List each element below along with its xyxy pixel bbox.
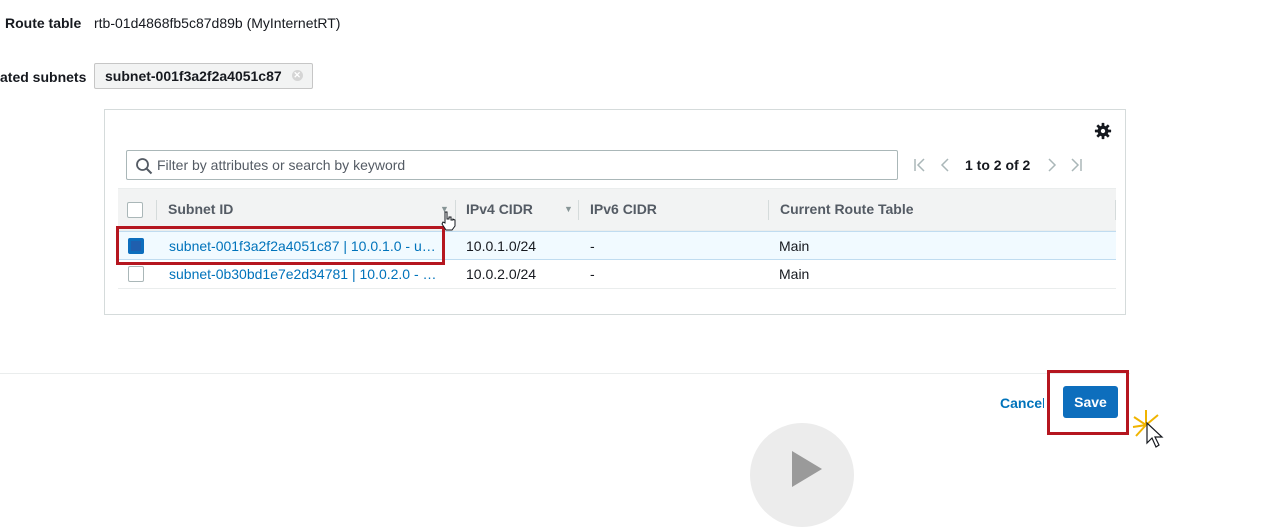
- play-icon: [792, 451, 822, 487]
- ipv6-cidr-cell: -: [590, 238, 595, 254]
- column-header-ipv6-cidr[interactable]: IPv6 CIDR: [590, 189, 657, 230]
- gear-icon[interactable]: [1094, 122, 1112, 140]
- pagination-text: 1 to 2 of 2: [965, 157, 1031, 173]
- route-table-value: rtb-01d4868fb5c87d89b (MyInternetRT): [94, 15, 341, 31]
- ipv4-cidr-cell: 10.0.1.0/24: [466, 238, 537, 254]
- column-separator: [156, 200, 157, 220]
- route-table-label: Route table: [5, 15, 82, 31]
- last-page-icon[interactable]: [1069, 158, 1083, 172]
- search-field[interactable]: [126, 150, 898, 180]
- ipv6-cidr-cell: -: [590, 266, 595, 282]
- chip-label: subnet-001f3a2f2a4051c87: [105, 68, 282, 84]
- route-table-cell: Main: [779, 266, 810, 282]
- first-page-icon[interactable]: [913, 158, 927, 172]
- column-header-current-route-table[interactable]: Current Route Table: [780, 189, 914, 230]
- sort-caret-icon[interactable]: ▼: [564, 189, 573, 230]
- column-header-subnet-id[interactable]: Subnet ID: [168, 189, 233, 230]
- chip-remove-icon[interactable]: ✕: [291, 70, 303, 81]
- column-separator: [1115, 200, 1116, 220]
- column-separator: [578, 200, 579, 220]
- cursor-icon: [1132, 410, 1164, 448]
- play-button[interactable]: [750, 423, 854, 527]
- select-all-checkbox[interactable]: [127, 202, 143, 218]
- highlight-box-save: [1047, 370, 1129, 435]
- footer-divider: [0, 373, 1130, 374]
- search-icon: [136, 158, 153, 175]
- associated-subnets-label: ated subnets: [0, 69, 87, 85]
- ipv4-cidr-cell: 10.0.2.0/24: [466, 266, 537, 282]
- cancel-button[interactable]: Cancel: [1000, 393, 1044, 413]
- route-table-cell: Main: [779, 238, 810, 254]
- row-checkbox[interactable]: [128, 266, 144, 282]
- selected-subnet-chip: subnet-001f3a2f2a4051c87 ✕: [94, 63, 313, 89]
- column-header-ipv4-cidr[interactable]: IPv4 CIDR: [466, 189, 533, 230]
- prev-page-icon[interactable]: [939, 158, 951, 172]
- column-separator: [768, 200, 769, 220]
- next-page-icon[interactable]: [1046, 158, 1058, 172]
- table-header: Subnet ID ▼ IPv4 CIDR ▼ IPv6 CIDR Curren…: [118, 188, 1116, 231]
- highlight-box-subnet-row: [116, 226, 445, 265]
- hand-cursor-icon: [441, 211, 456, 231]
- search-input[interactable]: [157, 151, 887, 179]
